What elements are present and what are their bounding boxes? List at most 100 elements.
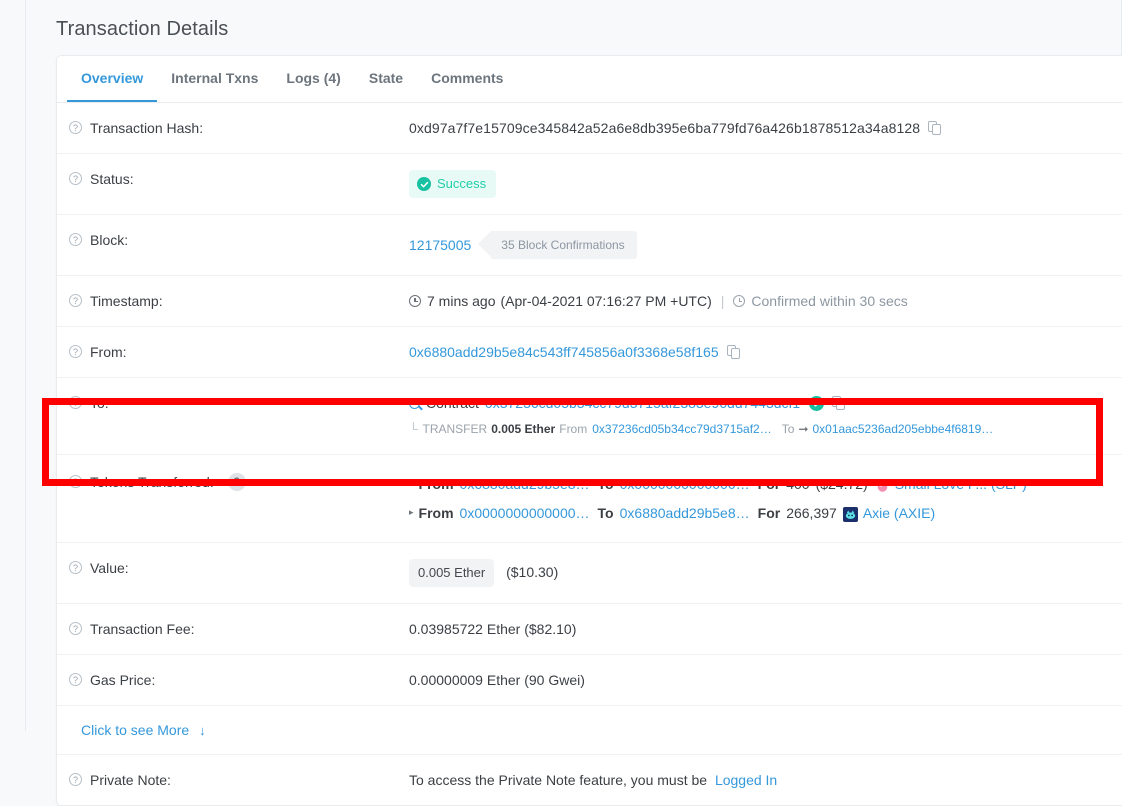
tokens-transferred-value-group: ▸ From 0x6880add29b5e8… To 0x00000000000… — [409, 473, 1110, 524]
tab-internal-txns[interactable]: Internal Txns — [157, 56, 272, 102]
search-icon[interactable] — [409, 397, 420, 409]
row-transaction-hash: ? Transaction Hash: 0xd97a7f7e15709ce345… — [57, 103, 1122, 154]
slp-potion-icon — [875, 477, 890, 492]
tree-corner-glyph: └ — [409, 422, 418, 436]
from-address-link[interactable]: 0x6880add29b5e84c543ff745856a0f3368e58f1… — [409, 344, 719, 360]
tab-state[interactable]: State — [355, 56, 417, 102]
token-usd-value: ($24.72) — [815, 476, 868, 492]
internal-to-address-link[interactable]: 0x01aac5236ad205ebbe4f6819… — [812, 420, 993, 438]
help-icon[interactable]: ? — [69, 345, 82, 358]
help-icon[interactable]: ? — [69, 294, 82, 307]
internal-from-address-link[interactable]: 0x37236cd05b34cc79d3715af2… — [592, 420, 771, 438]
private-note-text: To access the Private Note feature, you … — [409, 772, 708, 788]
row-value: ? Value: 0.005 Ether ($10.30) — [57, 543, 1122, 604]
detail-rows: ? Transaction Hash: 0xd97a7f7e15709ce345… — [57, 103, 1122, 805]
row-private-note: ? Private Note: To access the Private No… — [57, 755, 1122, 805]
row-tokens-transferred: ? Tokens Transferred: 2 ▸ From 0x6880add… — [57, 455, 1122, 543]
from-label-group: ? From: — [69, 343, 409, 361]
row-timestamp: ? Timestamp: 7 mins ago (Apr-04-2021 07:… — [57, 276, 1122, 327]
arrow-down-icon: ↓ — [199, 722, 206, 738]
block-value-group: 12175005 35 Block Confirmations — [409, 231, 1110, 259]
to-contract-address-link[interactable]: 0x37236cd05b34cc79d3715af2383e96dd7443dc… — [485, 394, 800, 412]
block-confirmations-badge: 35 Block Confirmations — [478, 231, 637, 259]
to-main-line: Contract 0x37236cd05b34cc79d3715af2383e9… — [409, 394, 1110, 412]
timestamp-separator: | — [720, 293, 725, 309]
see-more-label: Click to see More — [81, 722, 190, 738]
transaction-fee-label: Transaction Fee: — [90, 621, 195, 637]
chevron-right-icon[interactable]: ▸ — [409, 472, 414, 494]
transaction-details-card: Overview Internal Txns Logs (4) State Co… — [56, 55, 1122, 806]
gas-price-label-group: ? Gas Price: — [69, 671, 409, 689]
see-more-button[interactable]: Click to see More ↓ — [69, 722, 206, 738]
status-value-group: Success — [409, 170, 1110, 198]
verified-check-icon — [809, 395, 825, 411]
to-value-group: Contract 0x37236cd05b34cc79d3715af2383e9… — [409, 394, 1110, 438]
help-icon[interactable]: ? — [69, 673, 82, 686]
token-to-address-link[interactable]: 0x0000000000000… — [620, 473, 750, 495]
page-left-divider — [25, 0, 26, 731]
help-icon[interactable]: ? — [69, 475, 82, 488]
tokens-transferred-label-group: ? Tokens Transferred: 2 — [69, 473, 409, 491]
check-circle-icon — [417, 177, 431, 191]
token-name-link[interactable]: Axie (AXIE) — [863, 502, 935, 524]
transaction-fee-label-group: ? Transaction Fee: — [69, 620, 409, 638]
token-to-word: To — [597, 476, 614, 492]
token-from-word: From — [418, 476, 454, 492]
logged-in-link[interactable]: Logged In — [715, 772, 777, 788]
token-amount: 400 — [786, 476, 810, 492]
value-label: Value: — [90, 560, 129, 576]
tab-comments[interactable]: Comments — [417, 56, 517, 102]
row-status: ? Status: Success — [57, 154, 1122, 215]
timestamp-value-group: 7 mins ago (Apr-04-2021 07:16:27 PM +UTC… — [409, 292, 1110, 310]
token-from-address-link[interactable]: 0x6880add29b5e8… — [460, 473, 590, 495]
status-badge: Success — [409, 170, 497, 198]
private-note-value-group: To access the Private Note feature, you … — [409, 771, 1110, 789]
tab-overview[interactable]: Overview — [67, 56, 158, 102]
token-to-address-link[interactable]: 0x6880add29b5e8… — [620, 502, 750, 524]
page-title: Transaction Details — [56, 18, 229, 40]
private-note-label: Private Note: — [90, 772, 171, 788]
confirmation-clock-icon — [733, 295, 746, 307]
status-badge-label: Success — [437, 176, 487, 191]
timestamp-absolute: (Apr-04-2021 07:16:27 PM +UTC) — [500, 293, 712, 309]
value-ether-pill: 0.005 Ether — [409, 559, 495, 587]
token-name-link[interactable]: Small Love P... (SLP) — [895, 473, 1027, 495]
help-icon[interactable]: ? — [69, 561, 82, 574]
block-label: Block: — [90, 232, 129, 248]
gas-price-value: 0.00000009 Ether (90 Gwei) — [409, 672, 585, 688]
timestamp-label: Timestamp: — [90, 293, 163, 309]
help-icon[interactable]: ? — [69, 121, 82, 134]
tab-logs[interactable]: Logs (4) — [272, 56, 354, 102]
copy-icon[interactable] — [928, 121, 942, 135]
help-icon[interactable]: ? — [69, 622, 82, 635]
transaction-hash-label-group: ? Transaction Hash: — [69, 119, 409, 137]
token-from-word: From — [418, 505, 454, 521]
token-for-word: For — [757, 476, 781, 492]
tab-bar: Overview Internal Txns Logs (4) State Co… — [57, 56, 1122, 103]
status-label-group: ? Status: — [69, 170, 409, 188]
token-transfer-item: ▸ From 0x6880add29b5e8… To 0x00000000000… — [409, 473, 1110, 495]
timestamp-line: 7 mins ago (Apr-04-2021 07:16:27 PM +UTC… — [409, 292, 1110, 310]
transaction-hash-label: Transaction Hash: — [90, 120, 204, 136]
block-line: 12175005 35 Block Confirmations — [409, 231, 1110, 259]
help-icon[interactable]: ? — [69, 233, 82, 246]
gas-price-label: Gas Price: — [90, 672, 156, 688]
internal-transfer-amount: 0.005 Ether — [491, 422, 556, 436]
timestamp-confirmed-within: Confirmed within 30 secs — [751, 293, 908, 309]
timestamp-label-group: ? Timestamp: — [69, 292, 409, 310]
chevron-right-icon[interactable]: ▸ — [409, 501, 414, 523]
token-from-address-link[interactable]: 0x0000000000000… — [460, 502, 590, 524]
help-icon[interactable]: ? — [69, 396, 82, 409]
block-number-link[interactable]: 12175005 — [409, 236, 471, 254]
row-from: ? From: 0x6880add29b5e84c543ff745856a0f3… — [57, 327, 1122, 378]
copy-icon[interactable] — [726, 345, 740, 359]
token-transfer-item: ▸ From 0x0000000000000… To 0x6880add29b5… — [409, 502, 1110, 524]
value-usd: ($10.30) — [506, 564, 559, 580]
status-label: Status: — [90, 171, 134, 187]
timestamp-relative: 7 mins ago — [427, 293, 496, 309]
internal-transfer-type: TRANSFER — [422, 422, 488, 436]
value-value-group: 0.005 Ether ($10.30) — [409, 559, 1110, 587]
help-icon[interactable]: ? — [69, 172, 82, 185]
copy-icon[interactable] — [832, 396, 846, 410]
help-icon[interactable]: ? — [69, 773, 82, 786]
